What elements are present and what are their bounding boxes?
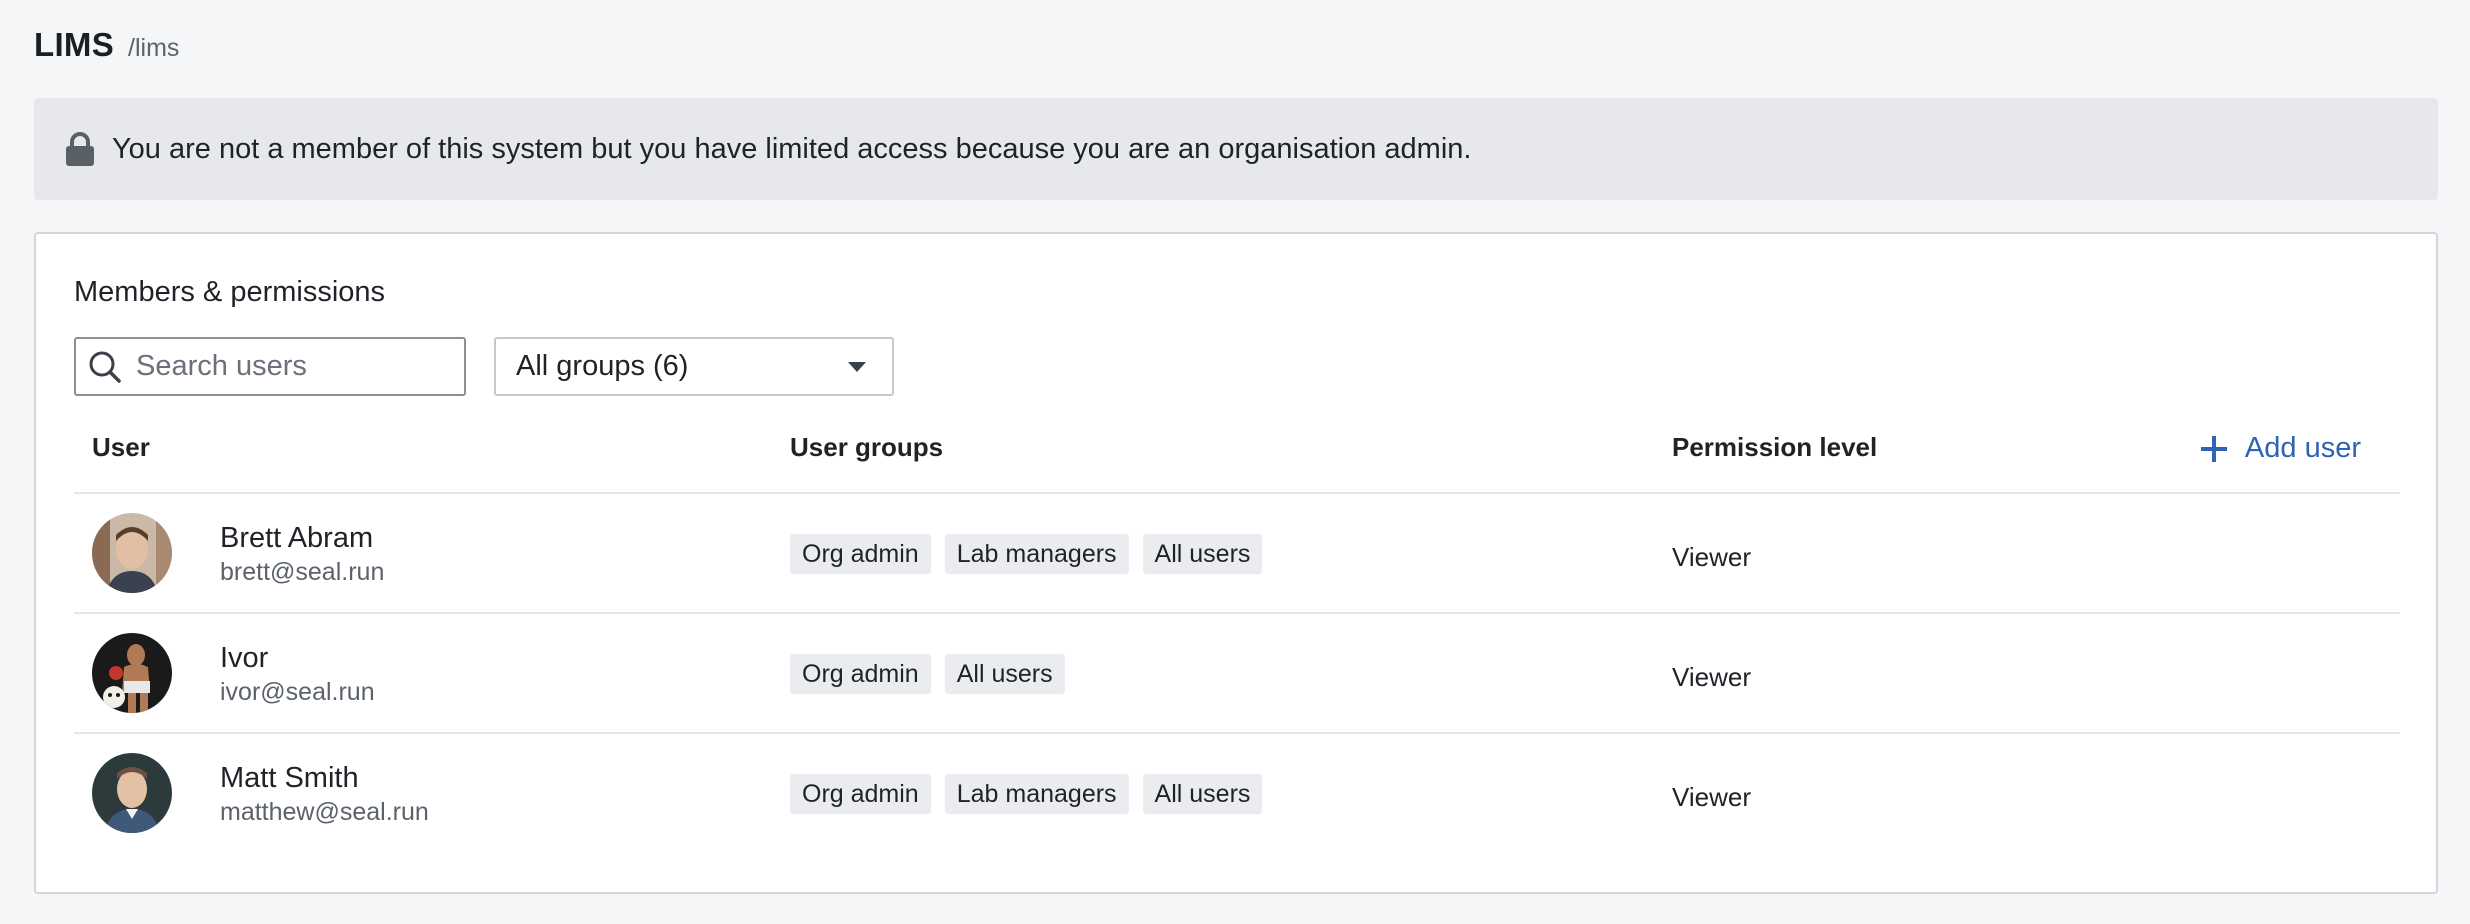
permission-level[interactable]: Viewer xyxy=(1672,782,1751,813)
access-notice: You are not a member of this system but … xyxy=(34,98,2438,200)
column-header-permission: Permission level xyxy=(1672,432,1878,462)
search-box[interactable] xyxy=(74,337,466,396)
group-tag: Lab managers xyxy=(944,774,1129,814)
group-tag: All users xyxy=(944,654,1065,694)
permission-level[interactable]: Viewer xyxy=(1672,662,1751,693)
avatar xyxy=(92,753,172,833)
add-user-button[interactable]: Add user xyxy=(2200,432,2361,465)
group-tag: All users xyxy=(1142,534,1263,574)
user-groups: Org admin All users xyxy=(790,654,1079,694)
avatar xyxy=(92,513,172,593)
permission-level[interactable]: Viewer xyxy=(1672,542,1751,573)
page-title: LIMS xyxy=(34,26,115,63)
table-row: Ivor ivor@seal.run Org admin All users V… xyxy=(74,614,2400,732)
page-header: LIMS /lims xyxy=(34,26,179,64)
group-tag: Org admin xyxy=(790,654,931,694)
page-path: /lims xyxy=(128,34,180,62)
user-email: matthew@seal.run xyxy=(220,798,429,826)
plus-icon xyxy=(2200,435,2227,462)
avatar xyxy=(92,633,172,713)
table-row: Matt Smith matthew@seal.run Org admin La… xyxy=(74,734,2400,852)
lock-icon xyxy=(64,131,96,167)
access-notice-text: You are not a member of this system but … xyxy=(112,132,1472,165)
group-tag: Org admin xyxy=(790,534,931,574)
members-card: Members & permissions All groups (6) Use… xyxy=(34,232,2438,894)
table-row: Brett Abram brett@seal.run Org admin Lab… xyxy=(74,494,2400,612)
user-name: Brett Abram xyxy=(220,522,374,554)
group-tag: Org admin xyxy=(790,774,931,814)
user-groups: Org admin Lab managers All users xyxy=(790,534,1276,574)
group-filter-select[interactable]: All groups (6) xyxy=(494,337,894,396)
search-icon xyxy=(88,350,122,384)
user-email: ivor@seal.run xyxy=(220,678,375,706)
section-title: Members & permissions xyxy=(74,276,386,308)
add-user-label: Add user xyxy=(2244,432,2361,464)
user-email: brett@seal.run xyxy=(220,558,385,586)
chevron-down-icon xyxy=(848,361,866,372)
user-name: Ivor xyxy=(220,642,269,674)
group-tag: All users xyxy=(1142,774,1263,814)
page: LIMS /lims You are not a member of this … xyxy=(0,0,2470,924)
search-input[interactable] xyxy=(134,349,438,384)
column-header-user: User xyxy=(92,432,150,462)
user-name: Matt Smith xyxy=(220,762,359,794)
column-header-groups: User groups xyxy=(790,432,944,462)
user-groups: Org admin Lab managers All users xyxy=(790,774,1276,814)
group-tag: Lab managers xyxy=(944,534,1129,574)
group-filter-value: All groups (6) xyxy=(516,350,689,382)
